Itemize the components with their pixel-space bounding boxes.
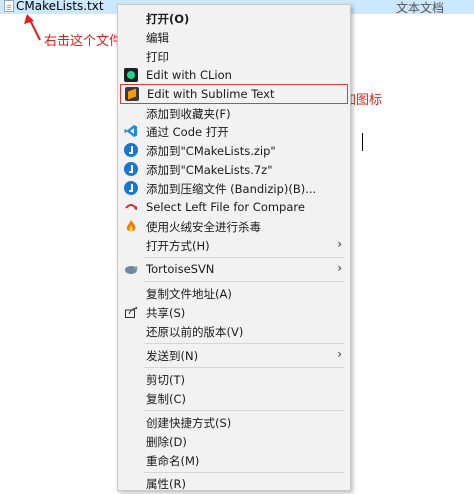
- sublime-text-icon: [125, 87, 139, 101]
- menu-item-edit-with-sublime-text[interactable]: Edit with Sublime Text: [120, 84, 348, 104]
- file-type: 文本文档: [396, 1, 445, 15]
- menu-item-label: 添加到收藏夹(F): [146, 107, 231, 121]
- menu-item-label: 使用火绒安全进行杀毒: [146, 220, 261, 234]
- menu-item-add-to-favorites[interactable]: 添加到收藏夹(F): [120, 104, 348, 123]
- menu-item-label: 共享(S): [146, 306, 186, 320]
- menu-item-share[interactable]: 共享(S): [120, 303, 348, 322]
- annotation-right-click: 右击这个文件: [44, 34, 123, 49]
- menu-item-label: 添加到"CMakeLists.7z": [146, 163, 273, 177]
- bandizip-icon: [124, 181, 138, 195]
- chevron-right-icon: ›: [337, 237, 342, 251]
- menu-item-edit-with-clion[interactable]: Edit with CLion: [120, 66, 348, 85]
- menu-item-tortoisesvn[interactable]: TortoiseSVN ›: [120, 260, 348, 279]
- menu-item-open-with-code[interactable]: 通过 Code 打开: [120, 122, 348, 141]
- text-cursor: [362, 133, 363, 151]
- menu-item-send-to[interactable]: 发送到(N) ›: [120, 346, 348, 365]
- chevron-right-icon: ›: [337, 347, 342, 361]
- menu-item-label: 属性(R): [146, 477, 186, 491]
- menu-item-copy-file-path[interactable]: 复制文件地址(A): [120, 284, 348, 303]
- menu-item-label: 删除(D): [146, 435, 187, 449]
- menu-item-label: 复制文件地址(A): [146, 287, 232, 301]
- tortoisesvn-icon: [125, 266, 138, 274]
- menu-item-label: Edit with Sublime Text: [147, 87, 275, 101]
- menu-separator: [144, 257, 344, 258]
- menu-item-label: 打开(O): [146, 12, 190, 26]
- menu-item-label: 添加到"CMakeLists.zip": [146, 144, 276, 158]
- menu-item-label: 还原以前的版本(V): [146, 325, 244, 339]
- menu-item-add-to-archive-bandizip[interactable]: 添加到压缩文件 (Bandizip)(B)...: [120, 179, 348, 198]
- menu-item-label: 打印: [146, 50, 169, 64]
- menu-separator: [144, 343, 344, 344]
- menu-item-label: Edit with CLion: [146, 68, 232, 82]
- menu-item-copy[interactable]: 复制(C): [120, 389, 348, 408]
- menu-item-restore-previous-versions[interactable]: 还原以前的版本(V): [120, 322, 348, 341]
- compare-icon: [125, 204, 137, 210]
- vscode-icon: [124, 125, 137, 137]
- clion-icon: [124, 68, 138, 82]
- menu-item-open[interactable]: 打开(O): [120, 9, 348, 28]
- menu-item-label: Select Left File for Compare: [146, 200, 305, 214]
- menu-item-select-left-file-compare[interactable]: Select Left File for Compare: [120, 198, 348, 217]
- bandizip-icon: [124, 162, 138, 176]
- bandizip-icon: [124, 143, 138, 157]
- menu-separator: [144, 367, 344, 368]
- chevron-right-icon: ›: [337, 261, 342, 275]
- menu-item-label: 创建快捷方式(S): [146, 416, 232, 430]
- menu-item-huorong-scan[interactable]: 使用火绒安全进行杀毒: [120, 217, 348, 236]
- menu-item-label: 复制(C): [146, 392, 187, 406]
- context-menu: 打开(O) 编辑 打印 Edit with CLion Edit with Su…: [117, 4, 351, 491]
- menu-item-add-to-7z[interactable]: 添加到"CMakeLists.7z": [120, 160, 348, 179]
- menu-item-edit[interactable]: 编辑: [120, 28, 348, 47]
- menu-item-label: 编辑: [146, 31, 169, 45]
- menu-item-label: 通过 Code 打开: [146, 125, 229, 139]
- menu-separator: [144, 472, 344, 473]
- menu-item-add-to-zip[interactable]: 添加到"CMakeLists.zip": [120, 141, 348, 160]
- menu-separator: [144, 281, 344, 282]
- menu-separator: [144, 410, 344, 411]
- menu-item-create-shortcut[interactable]: 创建快捷方式(S): [120, 413, 348, 432]
- menu-item-label: 打开方式(H): [146, 239, 210, 253]
- menu-item-properties[interactable]: 属性(R): [120, 474, 348, 493]
- menu-item-cut[interactable]: 剪切(T): [120, 370, 348, 389]
- menu-item-label: TortoiseSVN: [146, 262, 215, 276]
- menu-item-label: 发送到(N): [146, 349, 199, 363]
- menu-item-open-with[interactable]: 打开方式(H) ›: [120, 236, 348, 255]
- menu-item-label: 添加到压缩文件 (Bandizip)(B)...: [146, 182, 317, 196]
- menu-item-rename[interactable]: 重命名(M): [120, 451, 348, 470]
- share-icon: [125, 306, 138, 318]
- huorong-icon: [126, 220, 136, 232]
- menu-item-print[interactable]: 打印: [120, 47, 348, 66]
- menu-item-delete[interactable]: 删除(D): [120, 432, 348, 451]
- menu-item-label: 重命名(M): [146, 454, 200, 468]
- menu-item-label: 剪切(T): [146, 373, 185, 387]
